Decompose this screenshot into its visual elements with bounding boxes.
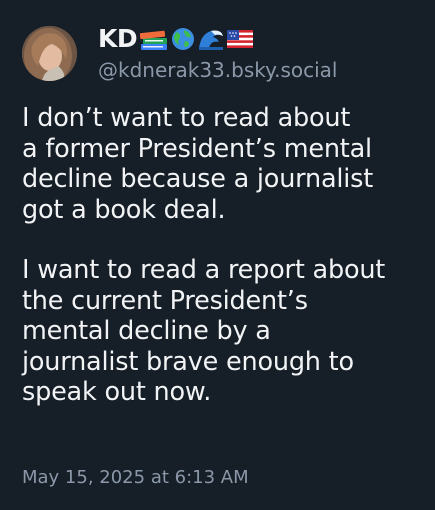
wave-emoji (199, 30, 224, 50)
books-emoji (139, 30, 168, 50)
post-paragraph: I don’t want to read about a former Pres… (22, 103, 374, 225)
post-paragraph: I want to read a report about the curren… (22, 255, 386, 407)
post: KD @kdnerak33.bsky.social I don’t want t… (0, 0, 435, 510)
avatar-photo (22, 26, 77, 81)
avatar[interactable] (22, 26, 77, 81)
post-body: I don’t want to read about a former Pres… (22, 103, 422, 408)
display-name-text: KD (98, 24, 138, 53)
emoji-row (139, 26, 254, 52)
globe-emoji (172, 27, 195, 50)
author-handle[interactable]: @kdnerak33.bsky.social (98, 58, 337, 82)
us-flag-emoji (227, 29, 254, 48)
display-name[interactable]: KD (98, 24, 254, 53)
post-timestamp[interactable]: May 15, 2025 at 6:13 AM (22, 467, 249, 488)
